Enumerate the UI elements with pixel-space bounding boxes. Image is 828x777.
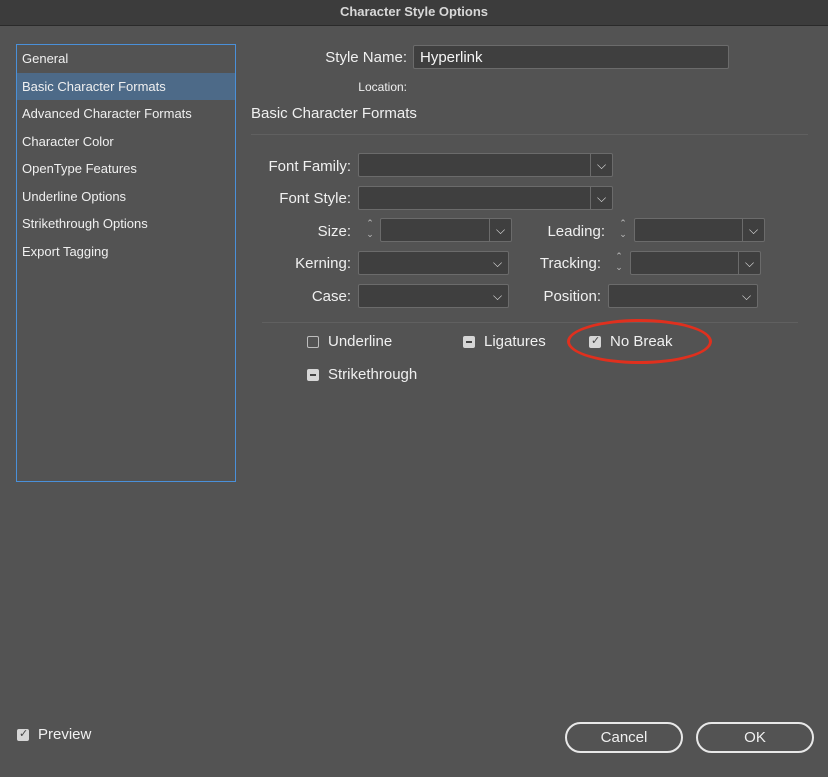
position-dropdown[interactable]: ⌵ (608, 284, 758, 308)
kerning-label: Kerning: (295, 255, 351, 272)
tracking-dropdown[interactable]: ⌵ (630, 251, 761, 275)
strikethrough-checkbox[interactable]: Strikethrough (307, 366, 417, 383)
position-label: Position: (543, 288, 601, 305)
leading-label: Leading: (547, 223, 605, 240)
sidebar-item-advanced-character-formats[interactable]: Advanced Character Formats (17, 100, 235, 128)
sidebar-item-character-color[interactable]: Character Color (17, 128, 235, 156)
leading-stepper[interactable]: ⌃ ⌄ (614, 218, 632, 242)
case-label: Case: (311, 288, 351, 305)
sidebar-item-basic-character-formats[interactable]: Basic Character Formats (17, 72, 235, 100)
font-family-dropdown[interactable]: ⌵ (358, 153, 613, 177)
chevron-down-icon: ⌵ (590, 154, 612, 176)
window-title: Character Style Options (0, 0, 828, 26)
section-divider (251, 134, 808, 135)
checkbox-mixed-icon (463, 336, 475, 348)
chevron-down-icon: ⌵ (489, 219, 511, 241)
ligatures-label: Ligatures (484, 333, 546, 350)
ok-button[interactable]: OK (696, 722, 814, 753)
font-style-label: Font Style: (279, 190, 351, 207)
style-name-input[interactable]: Hyperlink (413, 45, 729, 69)
sidebar-item-strikethrough-options[interactable]: Strikethrough Options (17, 210, 235, 238)
sidebar-item-general[interactable]: General (17, 45, 235, 73)
ligatures-checkbox[interactable]: Ligatures (463, 333, 546, 350)
checkbox-checked-icon (17, 727, 29, 741)
preview-checkbox[interactable]: Preview (17, 726, 91, 743)
chevron-down-icon: ⌵ (742, 219, 764, 241)
chevron-down-icon: ⌵ (741, 289, 752, 303)
size-dropdown[interactable]: ⌵ (380, 218, 512, 242)
font-family-label: Font Family: (268, 158, 351, 175)
style-name-label: Style Name: (325, 49, 407, 66)
underline-checkbox[interactable]: Underline (307, 333, 392, 350)
case-dropdown[interactable]: ⌵ (358, 284, 509, 308)
preview-label: Preview (38, 726, 92, 743)
size-stepper[interactable]: ⌃ ⌄ (361, 218, 379, 242)
leading-dropdown[interactable]: ⌵ (634, 218, 765, 242)
checkbox-mixed-icon (307, 369, 319, 381)
chevron-down-icon: ⌵ (590, 187, 612, 209)
cancel-button[interactable]: Cancel (565, 722, 683, 753)
location-label: Location: (358, 80, 407, 94)
font-style-dropdown[interactable]: ⌵ (358, 186, 613, 210)
sidebar-item-underline-options[interactable]: Underline Options (17, 183, 235, 211)
chevron-down-icon: ⌵ (492, 256, 503, 270)
sidebar-item-export-tagging[interactable]: Export Tagging (17, 238, 235, 266)
sidebar-item-opentype-features[interactable]: OpenType Features (17, 155, 235, 183)
tracking-label: Tracking: (539, 255, 601, 272)
tracking-stepper[interactable]: ⌃ ⌄ (610, 251, 628, 275)
annotation-circle (567, 319, 712, 364)
options-divider (262, 322, 798, 323)
strikethrough-label: Strikethrough (328, 366, 418, 383)
section-title: Basic Character Formats (251, 105, 417, 122)
checkbox-icon (307, 336, 319, 348)
size-label: Size: (317, 223, 351, 240)
kerning-dropdown[interactable]: ⌵ (358, 251, 509, 275)
underline-label: Underline (328, 333, 393, 350)
chevron-down-icon: ⌵ (738, 252, 760, 274)
category-list: General Basic Character Formats Advanced… (16, 44, 236, 482)
chevron-down-icon: ⌵ (492, 289, 503, 303)
